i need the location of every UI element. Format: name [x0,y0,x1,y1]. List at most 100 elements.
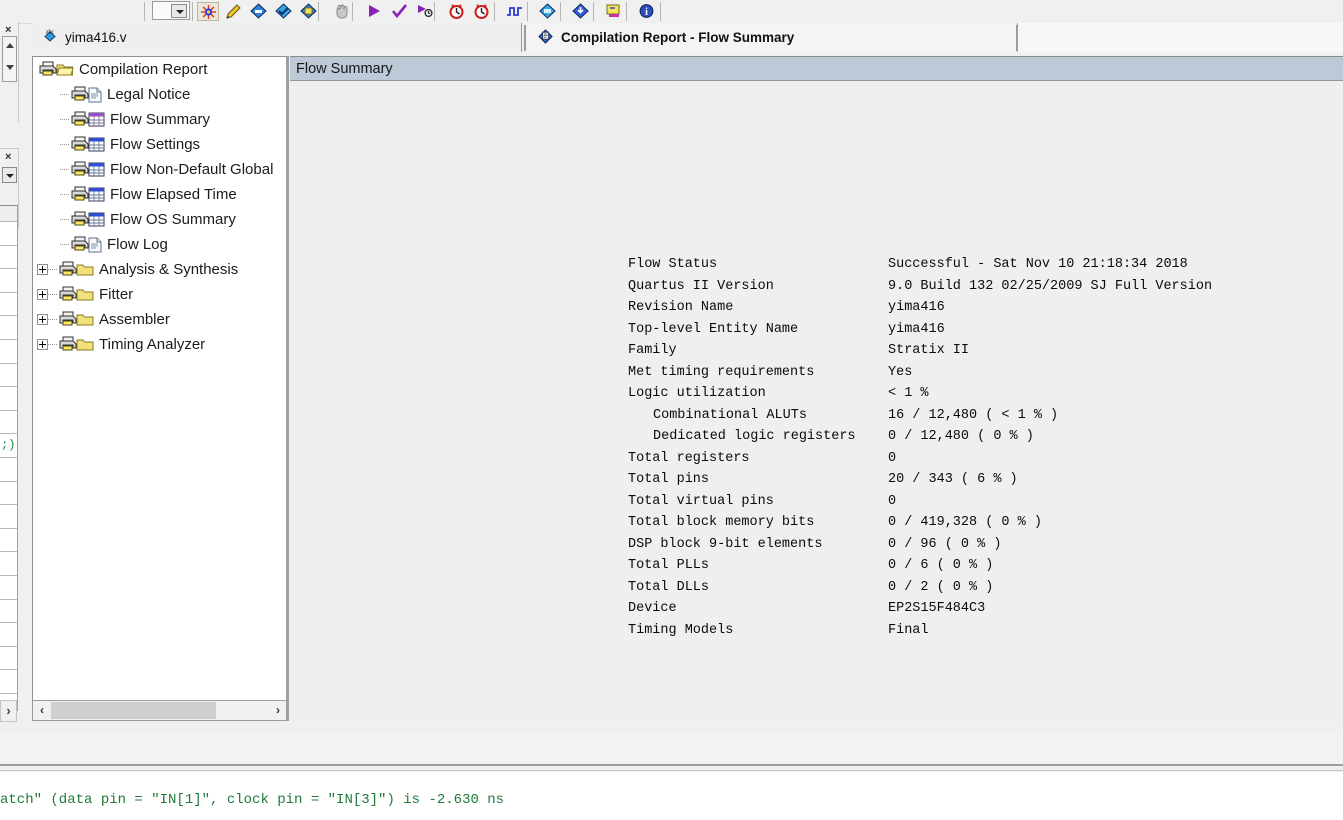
grid-row[interactable] [0,600,17,624]
tree-connector [48,293,57,296]
tab-compilation-report[interactable]: Compilation Report - Flow Summary [527,23,1018,52]
tree-item-label: Assembler [99,311,170,328]
scroll-right-arrow[interactable]: › [270,702,286,719]
grid-row[interactable] [0,623,17,647]
flow-summary-row: Dedicated logic registers 0 / 12,480 ( 0 … [628,426,1212,448]
chevron-up-icon[interactable] [6,43,14,48]
tree-item-flow-settings[interactable]: Flow Settings [33,132,287,157]
fitter-icon[interactable] [272,2,294,21]
flow-summary-key: Total virtual pins [628,493,774,509]
compilation-report-icon [537,28,554,48]
grid-row[interactable] [0,505,17,529]
grid-row[interactable] [0,222,17,246]
grid-row[interactable] [0,458,17,482]
compile-start-icon[interactable] [197,2,219,21]
tree-item-flow-elapsed-time[interactable]: Flow Elapsed Time [33,182,287,207]
flow-summary-key: Revision Name [628,300,734,315]
expand-toggle-icon[interactable] [37,339,48,350]
expand-toggle-icon[interactable] [37,314,48,325]
grid-row[interactable]: ;) [0,434,17,458]
scroll-left-arrow[interactable]: ‹ [34,702,50,719]
close-icon[interactable]: × [5,25,11,36]
report-body: Flow Status Successful - Sat Nov 10 21:18… [290,82,1343,722]
revision-combo[interactable] [152,1,190,20]
message-panel[interactable]: atch" (data pin = "IN[1]", clock pin = "… [0,772,1343,820]
expand-toggle-icon[interactable] [37,264,48,275]
rtl-viewer-icon[interactable] [602,2,624,21]
tree-item-label: Fitter [99,286,134,303]
grid-row[interactable] [0,647,17,671]
flow-summary-value: 0 / 12,480 ( 0 % ) [888,429,1034,444]
grid-row[interactable] [0,316,17,340]
grid-row[interactable] [0,576,17,600]
grid-row[interactable] [0,529,17,553]
flow-summary-value: 0 / 419,328 ( 0 % ) [888,515,1042,530]
printer-folder-icon [76,337,94,352]
grid-row[interactable] [0,340,17,364]
tree-item-label: Flow Log [107,236,168,253]
flow-summary-row: Timing Models Final [628,620,1212,642]
grid-row[interactable] [0,482,17,506]
grid-row[interactable] [0,364,17,388]
tree-item-fitter[interactable]: Fitter [33,282,287,307]
tree-item-legal-notice[interactable]: Legal Notice [33,82,287,107]
chevron-down-icon[interactable] [6,65,14,70]
flow-summary-value: 9.0 Build 132 02/25/2009 SJ Full Version [888,278,1213,294]
scroll-thumb[interactable] [51,702,216,719]
close-icon[interactable]: × [5,152,11,163]
check-icon[interactable] [388,2,410,21]
tree-item-flow-summary[interactable]: Flow Summary [33,107,287,132]
printer-document-icon [88,237,102,253]
timequest-timing-analyzer-icon[interactable] [470,2,492,21]
tree-item-flow-non-default-global[interactable]: Flow Non-Default Global [33,157,287,182]
flow-summary-row: Quartus II Version 9.0 Build 132 02/25/20… [628,276,1212,298]
tree-item-timing-analyzer[interactable]: Timing Analyzer [33,332,287,357]
tree-item-flow-os-summary[interactable]: Flow OS Summary [33,207,287,232]
flow-summary-value: 0 / 2 ( 0 % ) [888,579,994,595]
help-icon[interactable]: i [635,2,657,21]
quartus-window: i × × ;) › abc yima416.v Compilation Rep… [0,0,1343,820]
left-scroll-right-button[interactable]: › [0,700,17,722]
stop-icon[interactable] [330,2,352,21]
toolbar-separator [593,2,594,21]
programmer-icon[interactable] [536,2,558,21]
flow-summary-key: Total registers [628,450,750,466]
tree-connector [60,118,69,121]
page-title: Flow Summary [296,60,393,77]
tab-source[interactable]: abc yima416.v [32,23,522,52]
classic-timing-analyzer-icon[interactable] [445,2,467,21]
compilation-report-tree[interactable]: Compilation Report Legal Notice Flow Summa… [32,56,288,719]
tree-item-flow-log[interactable]: Flow Log [33,232,287,257]
waveform-icon[interactable] [503,2,525,21]
tree-item-compilation-report[interactable]: Compilation Report [33,57,287,82]
grid-row[interactable] [0,670,17,694]
spinner-control[interactable] [2,36,17,82]
download-icon[interactable] [569,2,591,21]
timing-flag-icon[interactable] [413,2,435,21]
start-compilation-icon[interactable] [363,2,385,21]
tree-horizontal-scrollbar[interactable]: ‹ › [32,700,288,721]
pane-splitter[interactable] [286,56,289,721]
grid-row[interactable] [0,269,17,293]
tree-item-analysis-synthesis[interactable]: Analysis & Synthesis [33,257,287,282]
grid-row[interactable] [0,552,17,576]
flow-summary-key: Combinational ALUTs [653,407,807,423]
tree-item-assembler[interactable]: Assembler [33,307,287,332]
grid-row[interactable] [0,246,17,270]
grid-row[interactable] [0,387,17,411]
filter-dropdown[interactable] [2,167,17,183]
assembler-icon[interactable] [297,2,319,21]
expand-toggle-icon[interactable] [37,289,48,300]
analysis-synthesis-icon[interactable] [247,2,269,21]
flow-summary-row: Total registers 0 [628,448,1212,470]
flow-summary-value: 20 / 343 ( 6 % ) [888,472,1018,487]
analysis-pencil-icon[interactable] [222,2,244,21]
left-message-grid[interactable]: ;) [0,205,18,711]
flow-summary-value: Yes [888,364,913,380]
chevron-down-icon[interactable] [171,4,187,18]
flow-summary-key: Total DLLs [628,579,710,595]
grid-row[interactable] [0,293,17,317]
tree-item-label: Flow Settings [110,136,201,153]
grid-row[interactable] [0,411,17,435]
